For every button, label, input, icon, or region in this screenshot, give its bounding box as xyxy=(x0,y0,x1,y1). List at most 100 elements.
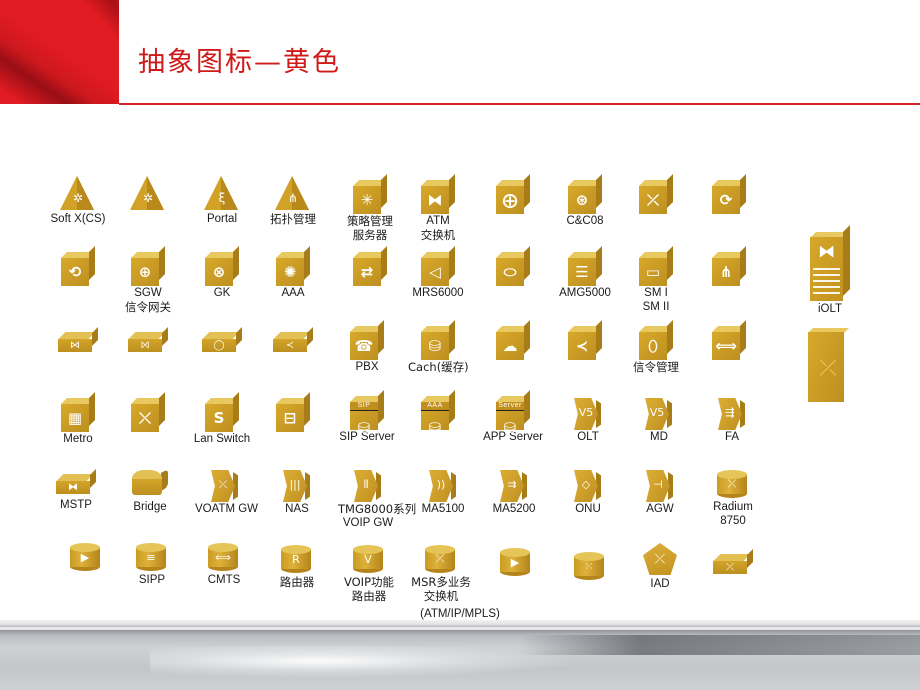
icon-agw-glyph: ⊣ xyxy=(646,470,674,502)
icon-item-iolt[interactable]: ⧓ iOLT xyxy=(800,225,860,316)
icon-item-splitter-cube[interactable]: ≺ xyxy=(555,320,615,360)
icon-label-topology-mgmt: 拓扑管理 xyxy=(270,212,316,226)
icon-item-ma5100[interactable]: )) MA5100 xyxy=(413,470,473,516)
icon-item-tmg8000[interactable]: ⫴ TMG8000系列 VOIP GW xyxy=(338,470,417,530)
icon-metro-2-glyph: ⤬ xyxy=(131,392,165,432)
icon-item-mstp[interactable]: ⧓ MSTP xyxy=(46,469,106,512)
icon-item-gk[interactable]: ⊗ GK xyxy=(192,246,252,300)
icon-item-ma5200[interactable]: ⇉ MA5200 xyxy=(484,470,544,516)
icon-item-mrs6000[interactable]: ◁ MRS6000 xyxy=(408,246,468,300)
icon-item-cmts[interactable]: ⟺ CMTS xyxy=(194,543,254,587)
icon-iolt-glyph: ⧓ xyxy=(810,225,850,302)
icon-item-hex-switch[interactable]: ⤫ xyxy=(703,549,763,578)
icon-label-lan-switch: Lan Switch xyxy=(193,433,251,445)
icon-label-md: MD xyxy=(650,431,668,443)
icon-msr-switch-glyph: ⤫ xyxy=(425,545,457,575)
icon-onu-glyph: ◇ xyxy=(574,470,602,502)
icon-item-aaa[interactable]: ✺ AAA xyxy=(263,246,323,300)
icon-item-cloud-cube[interactable]: ☁ xyxy=(483,320,543,360)
icon-item-olt[interactable]: V5 OLT xyxy=(558,398,618,444)
icon-item-sgw[interactable]: ⊕ SGW 信令网关 xyxy=(118,246,178,314)
icon-item-sm1-sm2[interactable]: ▭ SM I SM II xyxy=(626,246,686,314)
footer-dark-strip xyxy=(520,635,920,655)
icon-item-aaa-server[interactable]: AAA ⛁ xyxy=(408,390,468,435)
icon-label-voip-router: VOIP功能 xyxy=(343,575,395,589)
icon-label-amg5000: AMG5000 xyxy=(559,287,611,299)
icon-label-nas: NAS xyxy=(285,503,309,515)
icon-transport-cube-glyph: ⟺ xyxy=(712,320,746,360)
icon-label2-sm1-sm2: SM II xyxy=(642,301,670,313)
icon-item-portal[interactable]: ξ Portal xyxy=(192,176,252,226)
msr-protocol-note: (ATM/IP/MPLS) xyxy=(380,607,540,621)
icon-item-router-cube-1[interactable]: ⨁ xyxy=(483,174,543,214)
icon-item-cross-connect[interactable]: ⤫ xyxy=(626,174,686,214)
icon-item-switch-flat-1[interactable]: ⋈ xyxy=(48,327,108,356)
icon-item-media-gw-cyl[interactable]: ▶ xyxy=(56,543,116,573)
icon-item-flag-cyl[interactable]: ▶ xyxy=(486,548,546,578)
icon-item-media-cube[interactable]: ⬭ xyxy=(483,246,543,286)
icon-item-loop-cube[interactable]: ⟳ xyxy=(699,174,759,214)
icon-item-onu[interactable]: ◇ ONU xyxy=(558,470,618,516)
icon-label-iad: IAD xyxy=(650,578,670,590)
icon-item-cc08[interactable]: ⊛ C&C08 xyxy=(555,174,615,228)
icon-item-sip-server[interactable]: SIP ⛁ SIP Server xyxy=(337,390,397,444)
icon-topology-mgmt-glyph: ⋔ xyxy=(273,176,313,212)
icon-label-signaling-mgmt: 信令管理 xyxy=(633,360,679,374)
icon-item-app-server[interactable]: Server ⛁ APP Server xyxy=(483,390,543,444)
icon-item-radium-8750[interactable]: ⤬ Radium 8750 xyxy=(703,470,763,528)
icon-item-pbx[interactable]: ☎ PBX xyxy=(337,320,397,374)
icon-item-switch-flat-2[interactable]: ⨝ xyxy=(118,327,178,356)
icon-item-switch-cube[interactable]: ⇄ xyxy=(340,246,400,286)
icon-item-md[interactable]: V5 MD xyxy=(629,398,689,444)
icon-soft-x-cs-glyph: ✲ xyxy=(58,176,98,212)
icon-item-sgw-plain[interactable]: ⟲ xyxy=(48,246,108,286)
icon-item-router[interactable]: R 路由器 xyxy=(267,545,327,589)
icon-item-amg5000[interactable]: ☰ AMG5000 xyxy=(555,246,615,300)
icon-label-pbx: PBX xyxy=(355,361,379,373)
icon-item-sipp[interactable]: ≡ SIPP xyxy=(122,543,182,587)
icon-item-metro-2[interactable]: ⤬ xyxy=(118,392,178,432)
icon-item-agw[interactable]: ⊣ AGW xyxy=(630,470,690,516)
icon-loop-cube-glyph: ⟳ xyxy=(712,174,746,214)
icon-portal-glyph: ξ xyxy=(202,176,242,212)
icon-gk-glyph: ⊗ xyxy=(205,246,239,286)
icon-item-cach[interactable]: ⛁ Cach(缓存) xyxy=(408,320,469,374)
icon-label-mstp: MSTP xyxy=(60,499,92,511)
icon-sipp-glyph: ≡ xyxy=(136,543,168,573)
icon-item-nas[interactable]: ||| NAS xyxy=(267,470,327,516)
icon-item-switch-flat-3[interactable]: ◯ xyxy=(192,327,252,356)
icon-item-policy-mgmt-srv[interactable]: ✳ 策略管理 服务器 xyxy=(340,174,400,242)
icon-item-disc-cyl[interactable]: ⁙ xyxy=(560,552,620,582)
icon-item-transport-cube[interactable]: ⟺ xyxy=(699,320,759,360)
icon-voatm-gw-glyph: ⤫ xyxy=(211,470,239,502)
icon-item-atm-switch[interactable]: ⧓ ATM 交换机 xyxy=(408,174,468,242)
icon-disc-cyl-glyph: ⁙ xyxy=(574,552,606,582)
icon-mrs6000-glyph: ◁ xyxy=(421,246,455,286)
icon-item-fan-out-cube[interactable]: ⋔ xyxy=(699,246,759,286)
icon-item-server-cube[interactable]: ⊟ xyxy=(263,392,323,432)
icon-label-gk: GK xyxy=(213,287,231,299)
icon-item-fa[interactable]: ⇶ FA xyxy=(702,398,762,444)
icon-item-soft-x-cs-2[interactable]: ✲ xyxy=(118,176,178,212)
icon-label-fa: FA xyxy=(724,431,740,443)
icon-md-glyph: V5 xyxy=(645,398,673,430)
icon-label-ma5200: MA5200 xyxy=(492,503,536,515)
icon-item-iad[interactable]: ⤫ IAD xyxy=(630,543,690,591)
slide-canvas: 抽象图标—黄色 ✲ Soft X(CS) ✲ ξ Portal ⋔ 拓扑管理 ✳ 策略管理 服务器… xyxy=(0,0,920,690)
icon-cross-connect-glyph: ⤫ xyxy=(639,174,673,214)
icon-item-ribbon-block[interactable]: ⤫ xyxy=(798,328,858,404)
icon-label-portal: Portal xyxy=(206,213,238,225)
icon-item-switch-flat-4[interactable]: ≺ xyxy=(263,327,323,356)
icon-item-voip-router[interactable]: V VOIP功能 路由器 xyxy=(339,545,399,603)
icon-item-signaling-mgmt[interactable]: ⬯ 信令管理 xyxy=(626,320,686,374)
icon-label-cmts: CMTS xyxy=(207,574,241,586)
icon-item-bridge[interactable]: Bridge xyxy=(120,468,180,514)
icon-item-msr-switch[interactable]: ⤫ MSR多业务 交换机 xyxy=(411,545,471,603)
footer-highlight-line xyxy=(0,627,920,630)
icon-item-lan-switch[interactable]: S Lan Switch xyxy=(192,392,252,446)
icon-item-metro[interactable]: ▦ Metro xyxy=(48,392,108,446)
icon-item-topology-mgmt[interactable]: ⋔ 拓扑管理 xyxy=(263,176,323,226)
icon-item-voatm-gw[interactable]: ⤫ VOATM GW xyxy=(195,470,258,516)
icon-label-tmg8000: TMG8000系列 xyxy=(338,502,417,516)
icon-item-soft-x-cs[interactable]: ✲ Soft X(CS) xyxy=(48,176,108,226)
